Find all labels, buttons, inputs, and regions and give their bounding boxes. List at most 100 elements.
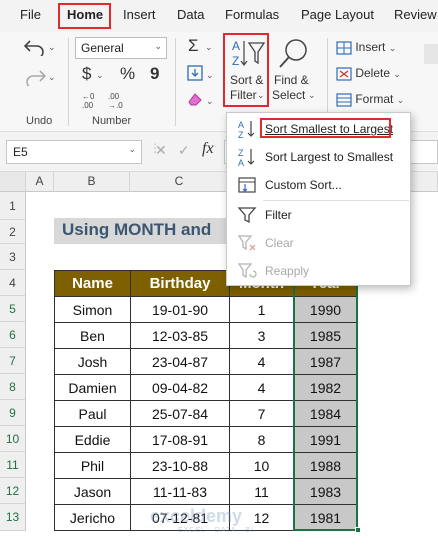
chevron-down-icon: ⌄: [393, 69, 401, 79]
chevron-down-icon: ⌄: [128, 144, 136, 154]
filter-icon: [237, 207, 257, 224]
row-header[interactable]: 13: [0, 504, 26, 531]
row-header[interactable]: 6: [0, 322, 26, 348]
reapply-label: Reapply: [265, 264, 310, 278]
menu-item-sort-descending[interactable]: ZA Sort Largest to Smallest: [227, 143, 410, 171]
redo-icon: [26, 70, 47, 89]
cancel-icon[interactable]: ✕: [155, 142, 167, 159]
increase-decimal-button[interactable]: ←0.00: [80, 90, 102, 113]
cell-month[interactable]: 3: [229, 322, 294, 349]
cell-birthday[interactable]: 23-04-87: [130, 348, 230, 375]
menu-review[interactable]: Review: [394, 7, 437, 22]
cell-birthday[interactable]: 23-10-88: [130, 452, 230, 479]
cell-birthday[interactable]: 25-07-84: [130, 400, 230, 427]
menu-data[interactable]: Data: [177, 7, 204, 22]
menu-item-clear[interactable]: Clear: [227, 229, 410, 257]
custom-sort-icon: [238, 177, 256, 193]
cell-month[interactable]: 7: [229, 400, 294, 427]
delete-cells-label: Delete: [355, 66, 391, 80]
cell-birthday[interactable]: 17-08-91: [130, 426, 230, 453]
select-all-corner[interactable]: [0, 172, 26, 192]
cell-name[interactable]: Josh: [54, 348, 131, 375]
comma-style-button[interactable]: 9: [150, 64, 159, 84]
cell-month[interactable]: 10: [229, 452, 294, 479]
row-header[interactable]: 5: [0, 296, 26, 322]
insert-function-button[interactable]: fx: [202, 140, 214, 158]
column-header-b[interactable]: B: [54, 172, 130, 192]
svg-text:Z: Z: [238, 130, 244, 139]
header-birthday[interactable]: Birthday: [130, 270, 230, 297]
percent-button[interactable]: %: [120, 64, 135, 84]
cell-month[interactable]: 4: [229, 348, 294, 375]
cell-name[interactable]: Paul: [54, 400, 131, 427]
column-header-a[interactable]: A: [26, 172, 54, 192]
currency-dropdown-icon[interactable]: ⌄: [96, 70, 104, 81]
menu-insert[interactable]: Insert: [123, 7, 156, 22]
cell-birthday[interactable]: 12-03-85: [130, 322, 230, 349]
menu-item-filter[interactable]: Filter: [227, 201, 410, 229]
find-select-label: Find &: [274, 73, 309, 87]
cell-month[interactable]: 11: [229, 478, 294, 505]
fill-handle[interactable]: [355, 527, 361, 533]
cell-birthday[interactable]: 19-01-90: [130, 296, 230, 323]
row-header[interactable]: 2: [0, 220, 26, 244]
cell-name[interactable]: Damien: [54, 374, 131, 401]
row-header[interactable]: 1: [0, 192, 26, 220]
currency-button[interactable]: $: [82, 64, 91, 84]
cell-birthday[interactable]: 09-04-82: [130, 374, 230, 401]
row-header[interactable]: 11: [0, 452, 26, 478]
increase-decimal-icon: ←0.00: [82, 92, 95, 110]
autosum-dropdown-icon[interactable]: ⌄: [205, 42, 213, 53]
custom-sort-label: Custom Sort...: [265, 178, 342, 192]
redo-dropdown-icon[interactable]: ⌄: [48, 72, 56, 83]
cell-birthday[interactable]: 11-11-83: [130, 478, 230, 505]
eraser-icon: [188, 93, 202, 106]
menu-formulas[interactable]: Formulas: [225, 7, 279, 22]
menu-item-custom-sort[interactable]: Custom Sort...: [227, 171, 410, 199]
home-highlight-box: [58, 3, 111, 29]
row-header[interactable]: 12: [0, 478, 26, 504]
undo-dropdown-icon[interactable]: ⌄: [48, 42, 56, 53]
number-format-value: General: [81, 41, 124, 55]
cell-month[interactable]: 4: [229, 374, 294, 401]
menu-file[interactable]: File: [20, 7, 41, 22]
confirm-icon[interactable]: ✓: [178, 142, 190, 159]
name-box[interactable]: E5 ⌄: [6, 140, 142, 164]
sheet-title[interactable]: Using MONTH and: [54, 218, 236, 244]
clear-button[interactable]: [186, 90, 204, 111]
row-header[interactable]: 7: [0, 348, 26, 374]
autosum-button[interactable]: Σ: [188, 36, 199, 56]
redo-button[interactable]: [22, 66, 48, 89]
cell-name[interactable]: Phil: [54, 452, 131, 479]
fill-button[interactable]: [186, 64, 204, 85]
undo-button[interactable]: [22, 36, 48, 59]
fill-dropdown-icon[interactable]: ⌄: [206, 70, 214, 81]
number-format-select[interactable]: General ⌄: [75, 37, 167, 59]
decrease-decimal-button[interactable]: .00 →.0: [106, 90, 128, 113]
cell-name[interactable]: Ben: [54, 322, 131, 349]
row-header[interactable]: 10: [0, 426, 26, 452]
clear-dropdown-icon[interactable]: ⌄: [206, 96, 214, 107]
format-cells-button[interactable]: Format ⌄: [336, 92, 404, 107]
row-header[interactable]: 8: [0, 374, 26, 400]
row-header[interactable]: 3: [0, 244, 26, 270]
cell-name[interactable]: Jason: [54, 478, 131, 505]
header-name[interactable]: Name: [54, 270, 131, 297]
insert-cells-icon: [336, 41, 352, 55]
row-header[interactable]: 4: [0, 270, 26, 296]
find-select-button[interactable]: Find & Select ⌄: [272, 35, 318, 107]
menu-page-layout[interactable]: Page Layout: [301, 7, 374, 22]
cell-name[interactable]: Simon: [54, 296, 131, 323]
cell-name[interactable]: Eddie: [54, 426, 131, 453]
delete-cells-button[interactable]: Delete ⌄: [336, 66, 401, 81]
insert-cells-button[interactable]: Insert ⌄: [336, 40, 396, 55]
cell-month[interactable]: 8: [229, 426, 294, 453]
ribbon-scroll-right[interactable]: [424, 44, 438, 64]
cell-name[interactable]: Jericho: [54, 504, 131, 531]
cell-month[interactable]: 1: [229, 296, 294, 323]
menu-item-reapply[interactable]: Reapply: [227, 257, 410, 285]
find-select-label-2: Select: [272, 88, 306, 102]
column-header-c[interactable]: C: [130, 172, 229, 192]
svg-text:←0: ←0: [82, 92, 95, 101]
row-header[interactable]: 9: [0, 400, 26, 426]
